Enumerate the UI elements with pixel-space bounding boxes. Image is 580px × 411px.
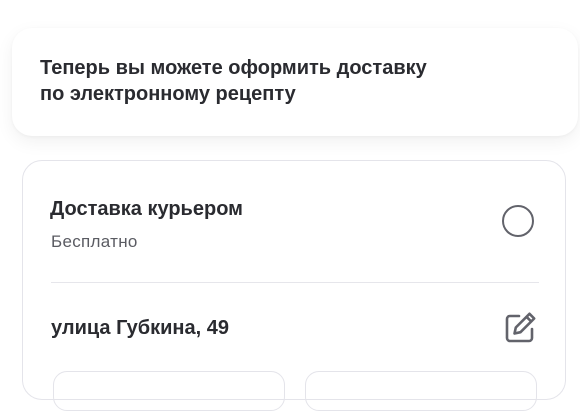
delivery-card: Доставка курьером Бесплатно улица Губкин… bbox=[22, 160, 566, 411]
courier-delivery-price: Бесплатно bbox=[51, 232, 138, 251]
e-prescription-notice-card: Теперь вы можете оформить доставку по эле… bbox=[12, 28, 578, 136]
courier-delivery-radio[interactable] bbox=[502, 205, 534, 237]
edit-icon[interactable] bbox=[501, 309, 539, 347]
delivery-address: улица Губкина, 49 bbox=[51, 317, 229, 339]
courier-delivery-title: Доставка курьером bbox=[50, 198, 243, 220]
divider bbox=[51, 282, 539, 283]
notice-text: Теперь вы можете оформить доставку по эле… bbox=[40, 55, 500, 107]
notice-line-2: по электронному рецепту bbox=[40, 83, 296, 105]
option-pill-right[interactable] bbox=[305, 371, 537, 411]
option-pill-left[interactable] bbox=[53, 371, 285, 411]
notice-line-1: Теперь вы можете оформить доставку bbox=[40, 57, 427, 79]
